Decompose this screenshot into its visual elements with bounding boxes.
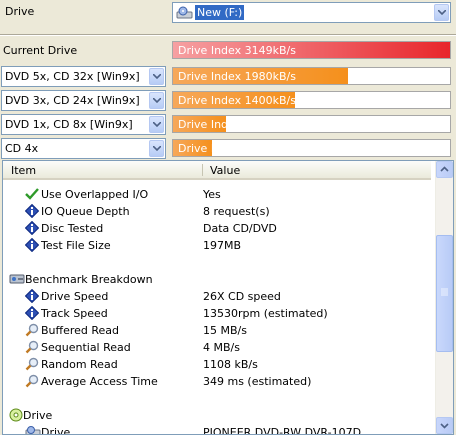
list-item-value: PIONEER DVD-RW DVR-107D — [203, 426, 362, 435]
compare-drive-select-value: DVD 1x, CD 8x [Win9x] — [5, 118, 133, 131]
scroll-down-button[interactable] — [436, 417, 453, 434]
list-item-value: 4 MB/s — [203, 341, 240, 354]
list-item-value: 13530rpm (estimated) — [203, 307, 328, 320]
results-listview[interactable]: Item Value Use Overlapped I/O Yes IO Queue… — [2, 160, 454, 435]
compare-drive-bar: Drive Index 450kB/s — [172, 139, 451, 157]
list-item[interactable]: Drive Speed 26X CD speed — [3, 288, 423, 305]
info-diamond-icon — [24, 288, 40, 304]
list-item-value: 8 request(s) — [203, 205, 270, 218]
info-diamond-icon — [24, 305, 40, 321]
current-drive-bar-text: Drive Index 3149kB/s — [178, 44, 296, 57]
chevron-down-icon — [153, 122, 161, 127]
grip-icon — [441, 288, 448, 296]
drive-dropdown-button[interactable] — [434, 4, 449, 21]
separator-highlight — [0, 35, 456, 36]
compare-dropdown-button[interactable] — [149, 116, 164, 133]
list-item-label: Drive Speed — [41, 290, 109, 303]
compare-drive-bar: Drive Index 1400kB/s — [172, 91, 451, 109]
info-diamond-icon — [24, 203, 40, 219]
scroll-up-button[interactable] — [436, 161, 453, 178]
compare-drive-select[interactable]: DVD 1x, CD 8x [Win9x] — [1, 114, 166, 135]
compare-drive-select-value: DVD 3x, CD 24x [Win9x] — [5, 94, 140, 107]
magnifier-icon — [25, 374, 39, 388]
compare-drive-select-value: DVD 5x, CD 32x [Win9x] — [5, 70, 140, 83]
scroll-thumb[interactable] — [436, 235, 453, 352]
listview-header: Item Value — [3, 161, 431, 180]
chevron-down-icon — [153, 98, 161, 103]
drive-select[interactable]: New (F:) — [172, 2, 451, 23]
drive-select-value: New (F:) — [193, 4, 246, 21]
compare-dropdown-button[interactable] — [149, 92, 164, 109]
list-item-label: Drive — [23, 409, 53, 422]
compare-dropdown-button[interactable] — [149, 68, 164, 85]
list-item[interactable]: Drive PIONEER DVD-RW DVR-107D — [3, 424, 423, 435]
list-item-label: Use Overlapped I/O — [41, 188, 149, 201]
compare-drive-select[interactable]: DVD 5x, CD 32x [Win9x] — [1, 66, 166, 87]
compare-drive-bar-text: Drive Index 1400kB/s — [178, 94, 296, 107]
list-item-label: Random Read — [41, 358, 118, 371]
vertical-scrollbar[interactable] — [435, 161, 453, 434]
list-item-label: Buffered Read — [41, 324, 120, 337]
list-item-label: Disc Tested — [41, 222, 104, 235]
chevron-down-icon — [153, 74, 161, 79]
list-item-value: 1108 kB/s — [203, 358, 258, 371]
list-item[interactable]: Disc Tested Data CD/DVD — [3, 220, 423, 237]
compare-drive-bar: Drive Index 1980kB/s — [172, 67, 451, 85]
column-header-value[interactable]: Value — [210, 164, 240, 177]
list-item[interactable]: Test File Size 197MB — [3, 237, 423, 254]
list-item[interactable]: Random Read 1108 kB/s — [3, 356, 423, 373]
column-header-item[interactable]: Item — [11, 164, 36, 177]
checkmark-icon — [25, 187, 39, 201]
list-item[interactable]: Use Overlapped I/O Yes — [3, 186, 423, 203]
magnifier-icon — [25, 340, 39, 354]
compare-drive-bar-text: Drive Index 600kB/s — [178, 118, 289, 131]
compare-drive-select[interactable]: DVD 3x, CD 24x [Win9x] — [1, 90, 166, 111]
list-item-label: Sequential Read — [41, 341, 131, 354]
compare-drive-select-value: CD 4x — [5, 142, 39, 155]
compare-drive-bar-text: Drive Index 450kB/s — [178, 142, 289, 155]
list-item-label: Average Access Time — [41, 375, 158, 388]
list-item[interactable]: Average Access Time 349 ms (estimated) — [3, 373, 423, 390]
list-item-value: 15 MB/s — [203, 324, 247, 337]
chevron-down-icon — [153, 146, 161, 151]
info-diamond-icon — [24, 220, 40, 236]
list-item-label: Drive — [41, 426, 71, 435]
compare-drive-select[interactable]: CD 4x — [1, 138, 166, 159]
benchmark-icon — [9, 272, 25, 286]
chevron-down-icon — [440, 423, 449, 429]
chevron-down-icon — [438, 10, 446, 15]
magnifier-icon — [25, 323, 39, 337]
list-item-label: Track Speed — [41, 307, 108, 320]
current-drive-bar: Drive Index 3149kB/s — [172, 41, 451, 59]
list-item[interactable]: IO Queue Depth 8 request(s) — [3, 203, 423, 220]
column-divider[interactable] — [202, 164, 203, 176]
drive-label: Drive — [5, 5, 35, 18]
disc-icon — [9, 408, 23, 422]
group-header-row[interactable]: Drive — [3, 407, 423, 424]
list-item-value: 26X CD speed — [203, 290, 281, 303]
compare-drive-bar-text: Drive Index 1980kB/s — [178, 70, 296, 83]
drive-icon — [176, 6, 194, 20]
group-header-row[interactable]: Benchmark Breakdown — [3, 271, 423, 288]
magnifier-icon — [25, 357, 39, 371]
compare-drive-bar: Drive Index 600kB/s — [172, 115, 451, 133]
list-item-value: 349 ms (estimated) — [203, 375, 312, 388]
drive-icon — [25, 425, 41, 434]
chevron-up-icon — [440, 166, 449, 172]
list-item-label: IO Queue Depth — [41, 205, 130, 218]
list-item[interactable]: Buffered Read 15 MB/s — [3, 322, 423, 339]
compare-dropdown-button[interactable] — [149, 140, 164, 157]
list-item[interactable]: Track Speed 13530rpm (estimated) — [3, 305, 423, 322]
list-item[interactable]: Sequential Read 4 MB/s — [3, 339, 423, 356]
list-item-value: 197MB — [203, 239, 242, 252]
current-drive-label: Current Drive — [3, 44, 78, 57]
list-item-label: Benchmark Breakdown — [25, 273, 153, 286]
list-item-value: Data CD/DVD — [203, 222, 277, 235]
info-diamond-icon — [24, 237, 40, 253]
list-item-label: Test File Size — [41, 239, 111, 252]
list-item-value: Yes — [203, 188, 221, 201]
